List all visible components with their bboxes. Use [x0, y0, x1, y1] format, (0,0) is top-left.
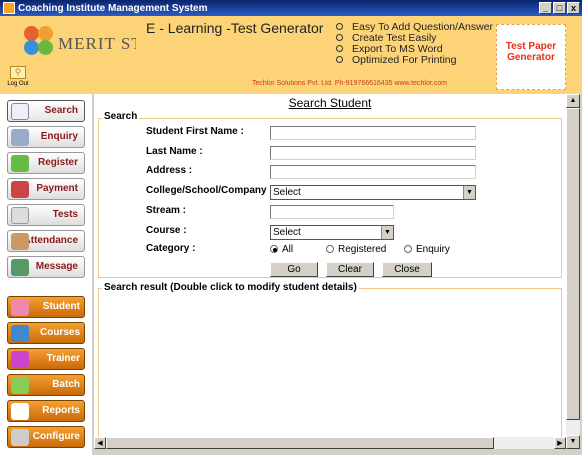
address-input[interactable]	[270, 165, 476, 179]
hscroll-thumb[interactable]	[106, 437, 494, 449]
last-name-label: Last Name :	[146, 146, 203, 157]
trainer-icon	[11, 351, 29, 368]
logo-area: MERIT STU ⚲ Log Out	[0, 16, 136, 94]
sidebar-item-message[interactable]: Message	[7, 256, 85, 278]
check-icon	[11, 155, 29, 172]
search-result-area[interactable]	[98, 288, 562, 446]
logo-dot-icon	[38, 40, 53, 55]
page-title: Search Student	[288, 96, 372, 110]
group-icon	[11, 233, 29, 250]
pencil-icon	[11, 207, 29, 224]
category-radio-all[interactable]: All	[270, 244, 293, 255]
chevron-down-icon: ▼	[381, 226, 393, 239]
app-header: MERIT STU ⚲ Log Out E - Learning -Test G…	[0, 16, 582, 94]
last-name-input[interactable]	[270, 146, 476, 160]
feature-list: Easy To Add Question/Answer Create Test …	[336, 22, 493, 66]
logo-dot-icon	[38, 26, 53, 41]
key-icon: ⚲	[10, 66, 26, 79]
sidebar-item-search[interactable]: Search	[7, 100, 85, 122]
logo-text: MERIT STU	[58, 34, 136, 53]
sidebar-item-batch[interactable]: Batch	[7, 374, 85, 396]
sidebar-item-tests[interactable]: Tests	[7, 204, 85, 226]
test-paper-generator-badge: Test Paper Generator	[496, 24, 566, 90]
scroll-down-icon[interactable]: ▼	[566, 435, 580, 449]
college-label: College/School/Company :	[146, 185, 273, 196]
horizontal-scrollbar[interactable]: ◀ ▶	[94, 437, 566, 449]
go-button[interactable]: Go	[270, 262, 318, 277]
students-icon	[11, 299, 29, 316]
sidebar-item-enquiry[interactable]: Enquiry	[7, 126, 85, 148]
window-title: Coaching Institute Management System	[18, 2, 208, 14]
maximize-button[interactable]: □	[553, 2, 566, 14]
scroll-up-icon[interactable]: ▲	[566, 94, 580, 108]
category-radio-enquiry[interactable]: Enquiry	[404, 244, 450, 255]
close-window-button[interactable]: x	[567, 2, 580, 14]
course-label: Course :	[146, 225, 187, 236]
app-icon	[3, 2, 15, 14]
scroll-thumb[interactable]	[566, 108, 580, 420]
course-select[interactable]: Select ▼	[270, 225, 394, 240]
people-icon	[11, 129, 29, 146]
report-icon	[11, 403, 29, 420]
logo-dot-icon	[24, 40, 39, 55]
first-name-input[interactable]	[270, 126, 476, 140]
gear-icon	[11, 429, 29, 446]
first-name-label: Student First Name :	[146, 126, 244, 137]
app-title: E - Learning -Test Generator	[146, 20, 324, 36]
sidebar-item-register[interactable]: Register	[7, 152, 85, 174]
minimize-button[interactable]: _	[539, 2, 552, 14]
logout-label: Log Out	[7, 81, 29, 87]
magnifier-icon	[11, 103, 29, 120]
logo-dot-icon	[24, 26, 39, 41]
scroll-right-icon[interactable]: ▶	[554, 437, 566, 449]
chart-icon	[11, 181, 29, 198]
sidebar-item-payment[interactable]: Payment	[7, 178, 85, 200]
address-label: Address :	[146, 165, 193, 176]
category-radio-registered[interactable]: Registered	[326, 244, 386, 255]
phone-icon	[11, 259, 29, 276]
sidebar-item-attendance[interactable]: Attendance	[7, 230, 85, 252]
sidebar-item-courses[interactable]: Courses	[7, 322, 85, 344]
main-panel: Search Student Search Student First Name…	[94, 94, 566, 449]
clear-button[interactable]: Clear	[326, 262, 374, 277]
radio-selected-icon	[270, 245, 278, 253]
close-button[interactable]: Close	[382, 262, 432, 277]
search-section-label: Search	[102, 111, 140, 122]
sidebar-item-trainer[interactable]: Trainer	[7, 348, 85, 370]
sidebar-item-reports[interactable]: Reports	[7, 400, 85, 422]
sidebar: Search Enquiry Register Payment Tests At…	[0, 94, 92, 455]
feature-item: Optimized For Printing	[336, 55, 493, 66]
stream-label: Stream :	[146, 205, 187, 216]
window-titlebar: Coaching Institute Management System _ □…	[0, 0, 582, 16]
credit-text: Techlor Solutions Pvt. Ltd. Ph-919766616…	[252, 80, 447, 87]
stream-input[interactable]	[270, 205, 394, 219]
category-label: Category :	[146, 243, 196, 254]
chevron-down-icon: ▼	[463, 186, 475, 199]
batch-icon	[11, 377, 29, 394]
sidebar-item-configure[interactable]: Configure	[7, 426, 85, 448]
scroll-left-icon[interactable]: ◀	[94, 437, 106, 449]
college-select[interactable]: Select ▼	[270, 185, 476, 200]
vertical-scrollbar[interactable]: ▲ ▼	[566, 94, 580, 449]
radio-icon	[404, 245, 412, 253]
sidebar-item-student[interactable]: Student	[7, 296, 85, 318]
books-icon	[11, 325, 29, 342]
logout-button[interactable]: ⚲ Log Out	[6, 66, 30, 92]
radio-icon	[326, 245, 334, 253]
search-result-label: Search result (Double click to modify st…	[102, 282, 359, 293]
